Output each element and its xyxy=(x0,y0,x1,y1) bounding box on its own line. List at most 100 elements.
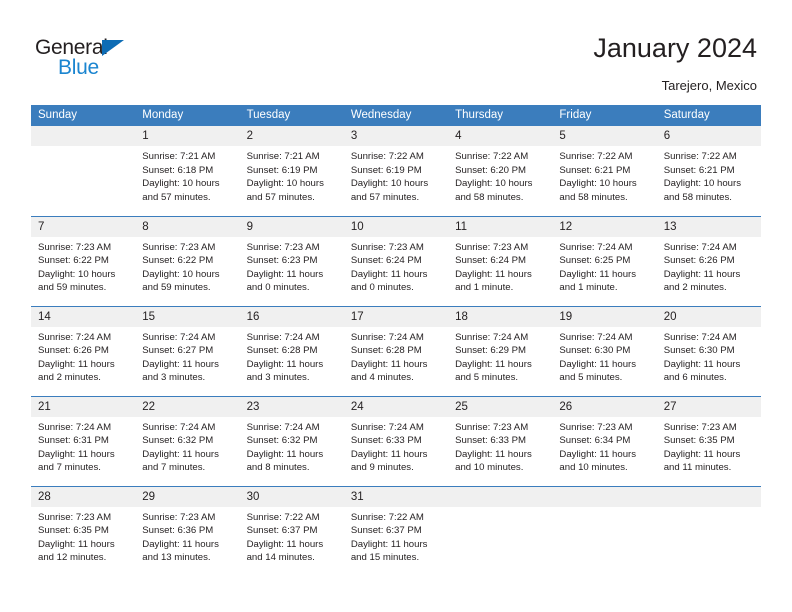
day-number xyxy=(448,486,553,507)
day-number xyxy=(552,486,657,507)
calendar-day-cell[interactable]: 5 Sunrise: 7:22 AM Sunset: 6:21 PM Daylight… xyxy=(552,126,657,216)
daylight-duration-line2: and 59 minutes. xyxy=(142,282,211,293)
daylight-duration-line1: Daylight: 11 hours xyxy=(559,268,637,280)
calendar-day-cell[interactable]: 30 Sunrise: 7:22 AM Sunset: 6:37 PM Dayligh… xyxy=(239,485,344,576)
daylight-duration-line1: Daylight: 11 hours xyxy=(663,448,741,460)
calendar-day-cell[interactable]: 9 Sunrise: 7:23 AM Sunset: 6:23 PM Daylight… xyxy=(239,215,344,306)
sunrise-time: Sunrise: 7:21 AM xyxy=(246,151,320,162)
day-number: 5 xyxy=(552,126,657,146)
sunset-time: Sunset: 6:31 PM xyxy=(38,435,109,446)
calendar-day-cell[interactable]: 11 Sunrise: 7:23 AM Sunset: 6:24 PM Dayligh… xyxy=(448,215,553,306)
weekday-header-tuesday: Tuesday xyxy=(239,105,344,126)
calendar-day-cell[interactable]: 13 Sunrise: 7:24 AM Sunset: 6:26 PM Dayligh… xyxy=(656,215,761,306)
sunrise-time: Sunrise: 7:21 AM xyxy=(142,151,216,162)
calendar-cell-empty xyxy=(448,485,553,576)
page-subtitle-location: Tarejero, Mexico xyxy=(661,78,757,93)
day-detail: Sunrise: 7:23 AM Sunset: 6:24 PM Daylight:… xyxy=(344,237,448,295)
sunrise-time: Sunrise: 7:24 AM xyxy=(350,331,424,343)
calendar-day-cell[interactable]: 12 Sunrise: 7:24 AM Sunset: 6:25 PM Dayligh… xyxy=(552,215,657,306)
day-number: 14 xyxy=(31,306,136,327)
calendar-week-row: 28 Sunrise: 7:23 AM Sunset: 6:35 PM Dayligh… xyxy=(31,485,761,576)
day-number: 17 xyxy=(343,306,449,327)
day-number: 8 xyxy=(135,216,240,237)
sunset-time: Sunset: 6:18 PM xyxy=(142,164,214,176)
sunrise-time: Sunrise: 7:22 AM xyxy=(663,151,737,162)
day-detail: Sunrise: 7:22 AM Sunset: 6:21 PM Daylight:… xyxy=(552,146,656,204)
weekday-header-friday: Friday xyxy=(552,105,657,126)
daylight-duration-line2: and 7 minutes. xyxy=(38,462,101,473)
day-detail: Sunrise: 7:22 AM Sunset: 6:20 PM Daylight:… xyxy=(448,146,552,204)
sunrise-time: Sunrise: 7:24 AM xyxy=(559,241,633,253)
daylight-duration-line2: and 0 minutes. xyxy=(246,282,310,293)
daylight-duration-line1: Daylight: 11 hours xyxy=(142,538,219,550)
calendar-day-cell[interactable]: 20 Sunrise: 7:24 AM Sunset: 6:30 PM Dayligh… xyxy=(656,305,761,396)
day-number: 28 xyxy=(31,486,136,507)
calendar-day-cell[interactable]: 16 Sunrise: 7:24 AM Sunset: 6:28 PM Dayligh… xyxy=(239,305,344,396)
calendar-day-cell[interactable]: 15 Sunrise: 7:24 AM Sunset: 6:27 PM Dayligh… xyxy=(135,305,240,396)
sunset-time: Sunset: 6:34 PM xyxy=(559,435,631,446)
calendar-day-cell[interactable]: 23 Sunrise: 7:24 AM Sunset: 6:32 PM Dayligh… xyxy=(239,395,344,486)
general-blue-logo[interactable]: General Blue xyxy=(35,36,215,86)
daylight-duration-line1: Daylight: 11 hours xyxy=(455,448,532,460)
calendar-day-cell[interactable]: 24 Sunrise: 7:24 AM Sunset: 6:33 PM Dayligh… xyxy=(343,395,449,486)
calendar-day-cell[interactable]: 8 Sunrise: 7:23 AM Sunset: 6:22 PM Daylight… xyxy=(135,215,240,306)
calendar-day-cell[interactable]: 19 Sunrise: 7:24 AM Sunset: 6:30 PM Dayligh… xyxy=(552,305,657,396)
daylight-duration-line2: and 6 minutes. xyxy=(663,372,727,383)
calendar-day-cell[interactable]: 25 Sunrise: 7:23 AM Sunset: 6:33 PM Dayligh… xyxy=(448,395,553,486)
calendar-day-cell[interactable]: 26 Sunrise: 7:23 AM Sunset: 6:34 PM Dayligh… xyxy=(552,395,657,486)
daylight-duration-line2: and 4 minutes. xyxy=(350,372,414,383)
calendar-day-cell[interactable]: 17 Sunrise: 7:24 AM Sunset: 6:28 PM Dayligh… xyxy=(343,305,449,396)
day-number: 22 xyxy=(135,396,240,417)
calendar-day-cell[interactable]: 4 Sunrise: 7:22 AM Sunset: 6:20 PM Daylight… xyxy=(448,126,553,216)
day-detail: Sunrise: 7:24 AM Sunset: 6:26 PM Daylight:… xyxy=(657,237,761,295)
day-number: 10 xyxy=(343,216,449,237)
calendar-day-cell[interactable]: 29 Sunrise: 7:23 AM Sunset: 6:36 PM Dayligh… xyxy=(135,485,240,576)
sunset-time: Sunset: 6:35 PM xyxy=(663,435,735,446)
day-number: 31 xyxy=(343,486,449,507)
sunrise-time: Sunrise: 7:22 AM xyxy=(246,511,320,523)
day-number: 7 xyxy=(31,216,136,237)
calendar-day-cell[interactable]: 6 Sunrise: 7:22 AM Sunset: 6:21 PM Daylight… xyxy=(656,126,761,216)
day-detail: Sunrise: 7:22 AM Sunset: 6:21 PM Daylight:… xyxy=(657,146,761,204)
calendar-day-cell[interactable]: 1 Sunrise: 7:21 AM Sunset: 6:18 PM Daylight… xyxy=(135,126,240,216)
calendar-day-cell[interactable]: 31 Sunrise: 7:22 AM Sunset: 6:37 PM Dayligh… xyxy=(343,485,449,576)
calendar-week-row: 21 Sunrise: 7:24 AM Sunset: 6:31 PM Dayligh… xyxy=(31,395,761,486)
calendar-day-cell[interactable]: 10 Sunrise: 7:23 AM Sunset: 6:24 PM Dayligh… xyxy=(343,215,449,306)
sunset-time: Sunset: 6:22 PM xyxy=(38,255,109,266)
sunset-time: Sunset: 6:19 PM xyxy=(350,164,422,176)
day-number: 27 xyxy=(656,396,761,417)
daylight-duration-line2: and 59 minutes. xyxy=(38,282,107,293)
calendar-cell-empty xyxy=(31,126,136,216)
calendar-day-cell[interactable]: 22 Sunrise: 7:24 AM Sunset: 6:32 PM Dayligh… xyxy=(135,395,240,486)
sunrise-time: Sunrise: 7:24 AM xyxy=(455,331,529,343)
calendar-day-cell[interactable]: 18 Sunrise: 7:24 AM Sunset: 6:29 PM Dayligh… xyxy=(448,305,553,396)
sunrise-time: Sunrise: 7:23 AM xyxy=(455,241,529,253)
sunrise-time: Sunrise: 7:23 AM xyxy=(350,241,424,253)
sunrise-time: Sunrise: 7:22 AM xyxy=(559,151,633,162)
sunset-time: Sunset: 6:35 PM xyxy=(38,525,109,536)
calendar-day-cell[interactable]: 21 Sunrise: 7:24 AM Sunset: 6:31 PM Dayligh… xyxy=(31,395,136,486)
day-detail: Sunrise: 7:24 AM Sunset: 6:30 PM Daylight:… xyxy=(552,327,656,385)
day-detail: Sunrise: 7:24 AM Sunset: 6:33 PM Daylight:… xyxy=(344,417,448,475)
day-number: 13 xyxy=(656,216,761,237)
day-detail: Sunrise: 7:22 AM Sunset: 6:37 PM Daylight:… xyxy=(240,507,344,565)
calendar-day-cell[interactable]: 27 Sunrise: 7:23 AM Sunset: 6:35 PM Dayligh… xyxy=(656,395,761,486)
daylight-duration-line1: Daylight: 10 hours xyxy=(350,178,429,189)
calendar-day-cell[interactable]: 14 Sunrise: 7:24 AM Sunset: 6:26 PM Dayligh… xyxy=(31,305,136,396)
calendar-day-cell[interactable]: 28 Sunrise: 7:23 AM Sunset: 6:35 PM Dayligh… xyxy=(31,485,136,576)
calendar-day-cell[interactable]: 7 Sunrise: 7:23 AM Sunset: 6:22 PM Daylight… xyxy=(31,215,136,306)
daylight-duration-line2: and 1 minute. xyxy=(455,282,514,293)
calendar-week-row: 1 Sunrise: 7:21 AM Sunset: 6:18 PM Daylight… xyxy=(31,126,761,216)
weekday-header-thursday: Thursday xyxy=(448,105,553,126)
calendar-day-cell[interactable]: 3 Sunrise: 7:22 AM Sunset: 6:19 PM Daylight… xyxy=(343,126,449,216)
sunrise-time: Sunrise: 7:23 AM xyxy=(38,511,112,523)
day-number: 1 xyxy=(135,126,240,146)
day-detail: Sunrise: 7:24 AM Sunset: 6:29 PM Daylight:… xyxy=(448,327,552,385)
daylight-duration-line2: and 3 minutes. xyxy=(142,372,206,383)
calendar-day-cell[interactable]: 2 Sunrise: 7:21 AM Sunset: 6:19 PM Daylight… xyxy=(239,126,344,216)
calendar-grid: Sunday Monday Tuesday Wednesday Thursday… xyxy=(31,105,761,576)
sunset-time: Sunset: 6:19 PM xyxy=(246,164,318,176)
sunset-time: Sunset: 6:21 PM xyxy=(663,164,735,176)
daylight-duration-line1: Daylight: 10 hours xyxy=(559,178,637,189)
calendar-week-row: 7 Sunrise: 7:23 AM Sunset: 6:22 PM Daylight… xyxy=(31,215,761,306)
